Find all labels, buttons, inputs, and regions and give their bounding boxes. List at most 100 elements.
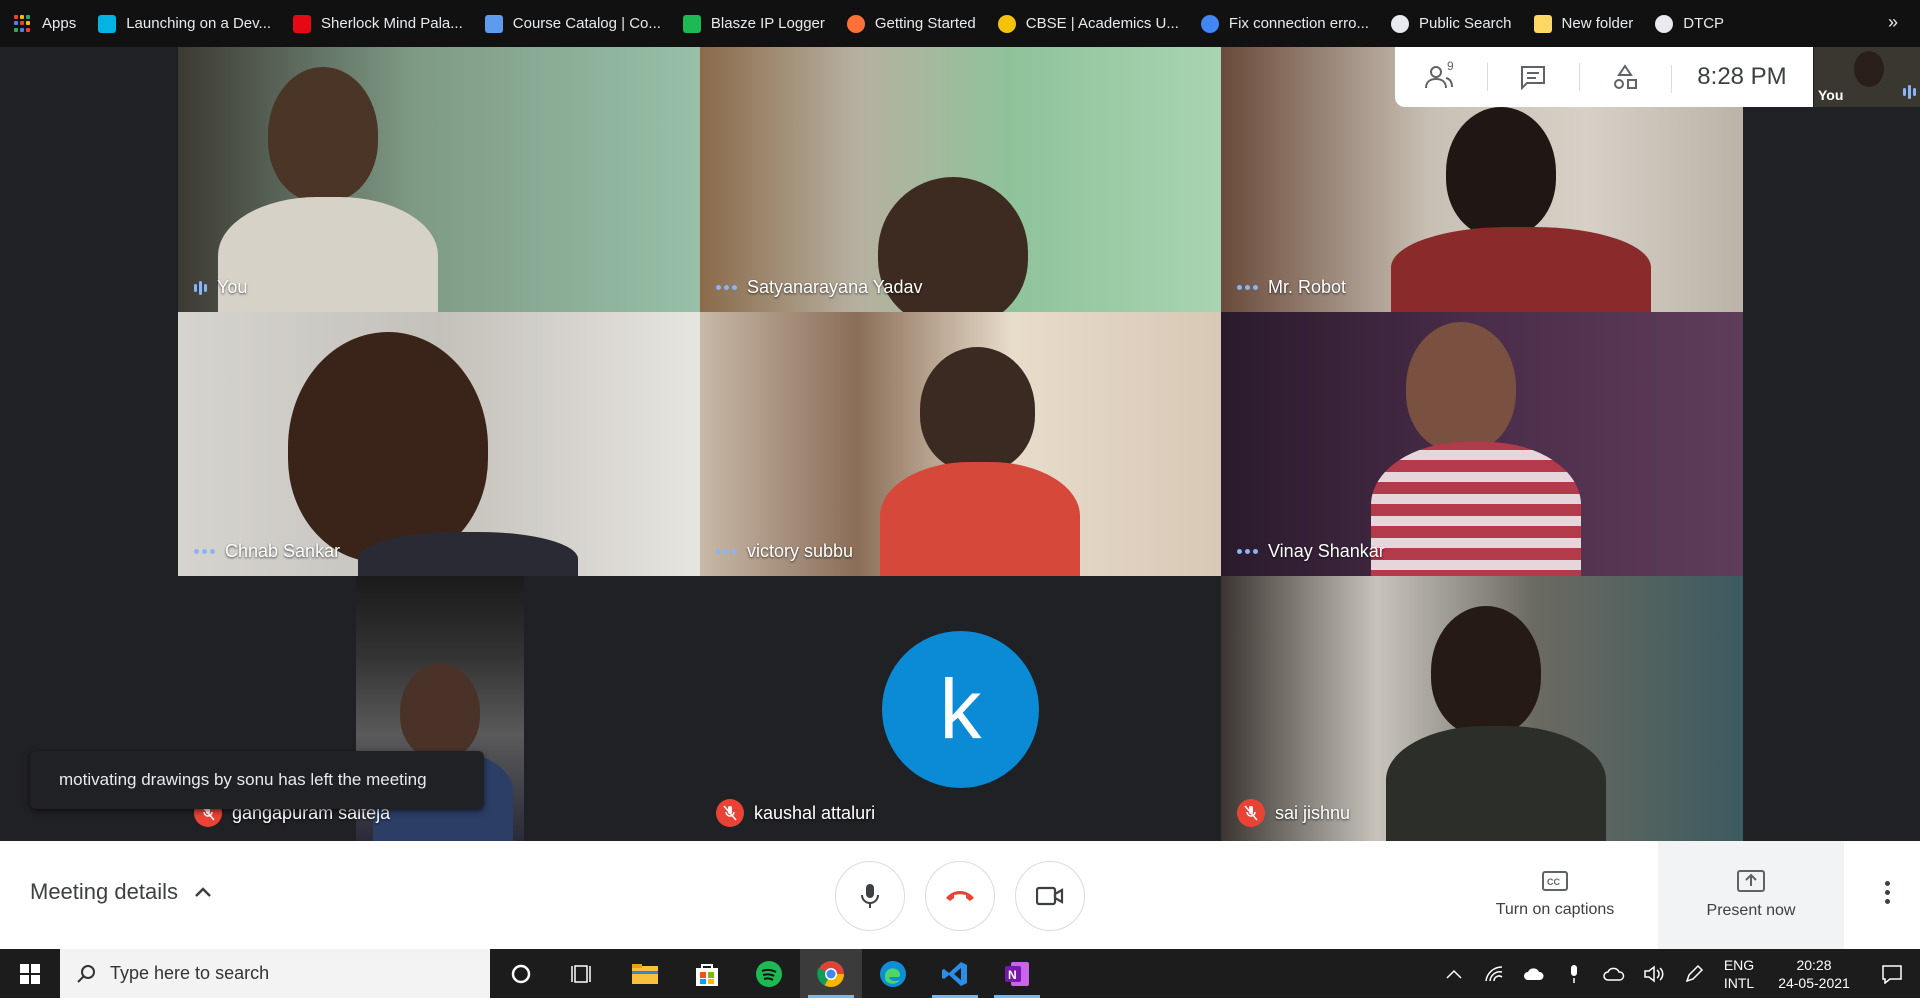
bookmark-label: DTCP [1683,15,1725,32]
notifications-button[interactable] [1864,964,1920,984]
bookmark-item[interactable]: Getting Started [846,14,976,33]
pen-icon [1685,964,1704,982]
more-options-icon [716,285,737,290]
participant-figure [1854,51,1884,87]
globe-icon [1655,14,1674,33]
participant-name: Chnab Sankar [194,541,340,562]
bookmark-item[interactable]: Fix connection erro... [1200,14,1369,33]
self-label: You [1818,87,1844,103]
participant-figure [920,347,1035,472]
onenote-button[interactable]: N [986,949,1048,998]
spotify-icon [756,960,782,987]
onenote-icon: N [1005,961,1029,986]
show-hidden-icons-button[interactable] [1434,969,1474,979]
file-explorer-button[interactable] [614,949,676,998]
spotify-button[interactable] [738,949,800,998]
microphone-icon [1571,964,1577,983]
camera-button[interactable] [1015,861,1085,931]
microphone-button[interactable] [835,861,905,931]
participant-tile[interactable]: Satyanarayana Yadav [700,47,1221,312]
google-icon [1200,14,1219,33]
participant-tile[interactable]: sai jishnu [1221,576,1743,841]
chat-button[interactable] [1487,47,1579,107]
speaking-icon [194,280,207,295]
more-vert-icon [1885,881,1890,886]
leave-call-button[interactable] [925,861,995,931]
bookmark-item[interactable]: Sherlock Mind Pala... [293,14,463,33]
activities-button[interactable] [1579,47,1671,107]
captions-button[interactable]: CC Turn on captions [1475,841,1635,949]
wifi-icon [1485,965,1503,981]
participant-figure [1371,442,1581,576]
bookmark-item[interactable]: CBSE | Academics U... [997,14,1179,33]
participant-figure [218,197,438,312]
bookmark-item[interactable]: Launching on a Dev... [98,14,271,33]
blasze-icon [682,14,701,33]
participant-tile[interactable]: You [178,47,700,312]
present-now-button[interactable]: Present now [1658,841,1844,949]
speaking-icon [1903,85,1916,99]
participant-tile[interactable]: victory subbu [700,312,1221,576]
svg-text:N: N [1008,968,1017,982]
participant-figure [358,532,578,576]
bookmark-item[interactable]: New folder [1533,14,1633,33]
participant-name: kaushal attaluri [716,799,875,827]
start-button[interactable] [0,949,60,998]
system-date: 24-05-2021 [1778,974,1850,991]
vscode-button[interactable] [924,949,986,998]
participant-tile[interactable]: k kaushal attaluri [700,576,1221,841]
meeting-stage: You Satyanarayana Yadav Mr. Robot Chnab … [0,47,1920,841]
participant-figure [400,664,480,759]
network-button[interactable] [1474,965,1514,983]
bookmark-label: Fix connection erro... [1228,15,1369,32]
bookmark-item[interactable]: DTCP [1655,14,1725,33]
task-view-button[interactable] [552,949,614,998]
meeting-controls-bar: Meeting details CC Turn on captions Pres… [0,841,1920,949]
notification-toast: motivating drawings by sonu has left the… [30,751,484,809]
microphone-status[interactable] [1554,964,1594,984]
udacity-icon [98,14,117,33]
bookmark-item[interactable]: Apps [14,14,76,33]
language-indicator[interactable]: ENG INTL [1714,956,1764,992]
participant-name: Vinay Shankar [1237,541,1385,562]
onedrive-button[interactable] [1514,967,1554,981]
participant-tile[interactable]: Chnab Sankar [178,312,700,576]
cortana-button[interactable] [490,949,552,998]
participant-tile[interactable]: Vinay Shankar [1221,312,1743,576]
taskbar-search[interactable]: Type here to search [60,949,490,998]
people-button[interactable]: 9 [1395,47,1487,107]
edge-button[interactable] [862,949,924,998]
bookmarks-overflow-button[interactable]: » [1888,12,1898,33]
clock-button[interactable]: 20:28 24-05-2021 [1764,956,1864,992]
more-options-button[interactable] [1885,881,1890,904]
participant-name: victory subbu [716,541,853,562]
cloud-icon [1524,967,1544,980]
svg-text:CC: CC [1547,877,1560,887]
volume-button[interactable] [1634,964,1674,983]
chrome-button[interactable] [800,949,862,998]
more-options-icon [716,549,737,554]
meeting-details-button[interactable]: Meeting details [30,879,212,905]
bookmark-item[interactable]: Blasze IP Logger [682,14,825,33]
system-tray: ENG INTL 20:28 24-05-2021 [1434,949,1920,998]
meeting-details-label: Meeting details [30,879,178,904]
bookmark-label: Sherlock Mind Pala... [321,15,463,32]
bookmark-label: Public Search [1418,15,1512,32]
mic-off-icon [716,799,744,827]
microsoft-store-button[interactable] [676,949,738,998]
self-view-thumbnail[interactable]: You [1814,47,1920,107]
store-icon [696,963,718,986]
language-code: ENG [1723,956,1755,973]
bookmark-item[interactable]: Public Search [1390,14,1512,33]
pen-workspace-button[interactable] [1674,964,1714,984]
bookmark-item[interactable]: Course Catalog | Co... [484,14,661,33]
windows-taskbar: Type here to search N ENG INTL 20:28 24-… [0,949,1920,998]
file-explorer-icon [632,963,658,984]
onedrive-personal-button[interactable] [1594,967,1634,981]
participant-name: You [194,277,247,298]
participant-figure [288,332,488,562]
people-count: 9 [1447,59,1454,73]
task-view-icon [571,964,591,983]
bookmark-label: Blasze IP Logger [710,15,825,32]
bookmark-label: Getting Started [874,15,976,32]
